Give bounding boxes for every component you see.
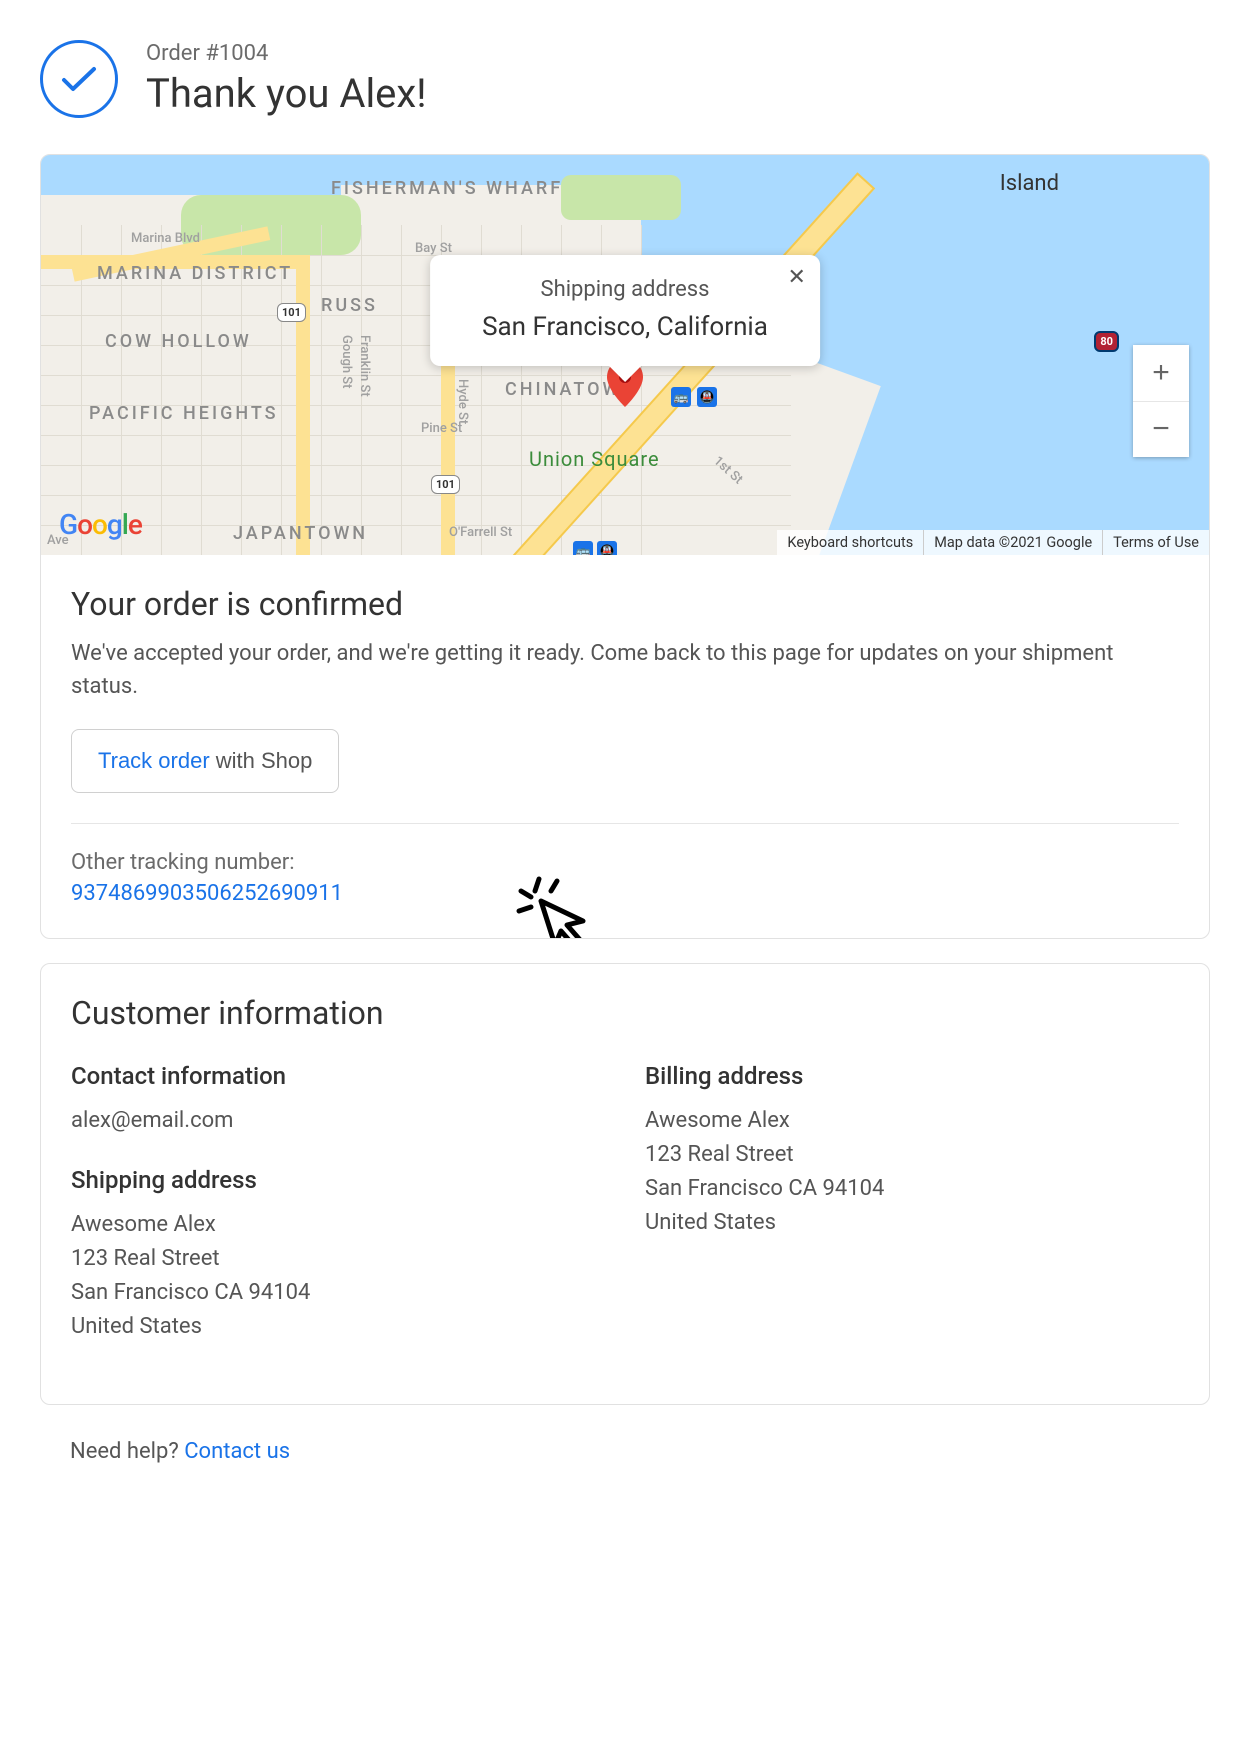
- map-street-ofarrell: O'Farrell St: [449, 525, 512, 540]
- thank-you-heading: Thank you Alex!: [146, 70, 427, 117]
- close-icon[interactable]: ✕: [787, 267, 805, 289]
- order-number: Order #1004: [146, 41, 427, 66]
- map-label-pacific: PACIFIC HEIGHTS: [89, 403, 279, 424]
- map-zoom-control: + −: [1133, 345, 1189, 457]
- tracking-number-link[interactable]: 9374869903506252690911: [71, 881, 343, 906]
- map-info-box: ✕ Shipping address San Francisco, Califo…: [430, 255, 820, 366]
- cursor-click-icon: [511, 871, 591, 939]
- map-label-marina: MARINA DISTRICT: [97, 263, 293, 284]
- hwy-101-shield: 101: [277, 303, 306, 322]
- map-label-russ: RUSS: [321, 295, 378, 316]
- map-street-marina: Marina Blvd: [131, 231, 200, 246]
- map-data-label: Map data ©2021 Google: [923, 530, 1102, 555]
- contact-heading: Contact information: [71, 1062, 605, 1090]
- map-label-cow: COW HOLLOW: [105, 331, 252, 352]
- track-order-button[interactable]: Track order with Shop: [71, 729, 339, 793]
- divider: [71, 823, 1179, 824]
- map-street-franklin: Franklin St: [357, 335, 372, 397]
- billing-address: Awesome Alex123 Real StreetSan Francisco…: [645, 1104, 1179, 1240]
- shipping-heading: Shipping address: [71, 1166, 605, 1194]
- map-attribution: Keyboard shortcuts Map data ©2021 Google…: [777, 530, 1209, 555]
- track-order-rest: with Shop: [210, 748, 313, 773]
- confirmed-text: We've accepted your order, and we're get…: [71, 637, 1179, 703]
- i80-shield: 80: [1094, 331, 1119, 352]
- info-box-title: Shipping address: [482, 277, 768, 302]
- map-label-island: Island: [1000, 171, 1059, 196]
- map-label-japantown: JAPANTOWN: [233, 523, 368, 544]
- check-circle-icon: [40, 40, 118, 118]
- transit-icon: 🚇: [697, 387, 717, 407]
- confirmed-title: Your order is confirmed: [71, 585, 1179, 623]
- page-header: Order #1004 Thank you Alex!: [40, 40, 1210, 118]
- info-box-city: San Francisco, California: [482, 312, 768, 342]
- zoom-in-button[interactable]: +: [1133, 345, 1189, 402]
- map-label-fishermans: FISHERMAN'S WHARF: [331, 179, 563, 199]
- contact-us-link[interactable]: Contact us: [184, 1439, 290, 1464]
- map[interactable]: Island FISHERMAN'S WHARF MARINA DISTRICT…: [41, 155, 1209, 555]
- customer-info-title: Customer information: [71, 994, 1179, 1032]
- map-street-gough: Gough St: [339, 335, 354, 389]
- transit-icon: 🚇: [597, 541, 617, 555]
- help-row: Need help? Contact us: [40, 1429, 1210, 1474]
- keyboard-shortcuts-link[interactable]: Keyboard shortcuts: [777, 530, 923, 555]
- terms-link[interactable]: Terms of Use: [1102, 530, 1209, 555]
- customer-info-card: Customer information Contact information…: [40, 963, 1210, 1405]
- contact-email: alex@email.com: [71, 1104, 605, 1138]
- transit-icon: 🚌: [573, 541, 593, 555]
- hwy-101-shield-2: 101: [431, 475, 460, 494]
- zoom-out-button[interactable]: −: [1133, 402, 1189, 458]
- transit-icon: 🚌: [671, 387, 691, 407]
- order-status-card: Island FISHERMAN'S WHARF MARINA DISTRICT…: [40, 154, 1210, 939]
- other-tracking-label: Other tracking number:: [71, 850, 1179, 875]
- google-logo: Google: [59, 508, 142, 541]
- map-street-bay: Bay St: [415, 241, 452, 256]
- map-label-union: Union Square: [529, 447, 660, 471]
- track-order-strong: Track order: [98, 748, 210, 773]
- map-street-hyde: Hyde St: [455, 379, 470, 424]
- billing-heading: Billing address: [645, 1062, 1179, 1090]
- map-street-pine: Pine St: [421, 421, 462, 436]
- shipping-address: Awesome Alex123 Real StreetSan Francisco…: [71, 1208, 605, 1344]
- help-prefix: Need help?: [70, 1439, 184, 1464]
